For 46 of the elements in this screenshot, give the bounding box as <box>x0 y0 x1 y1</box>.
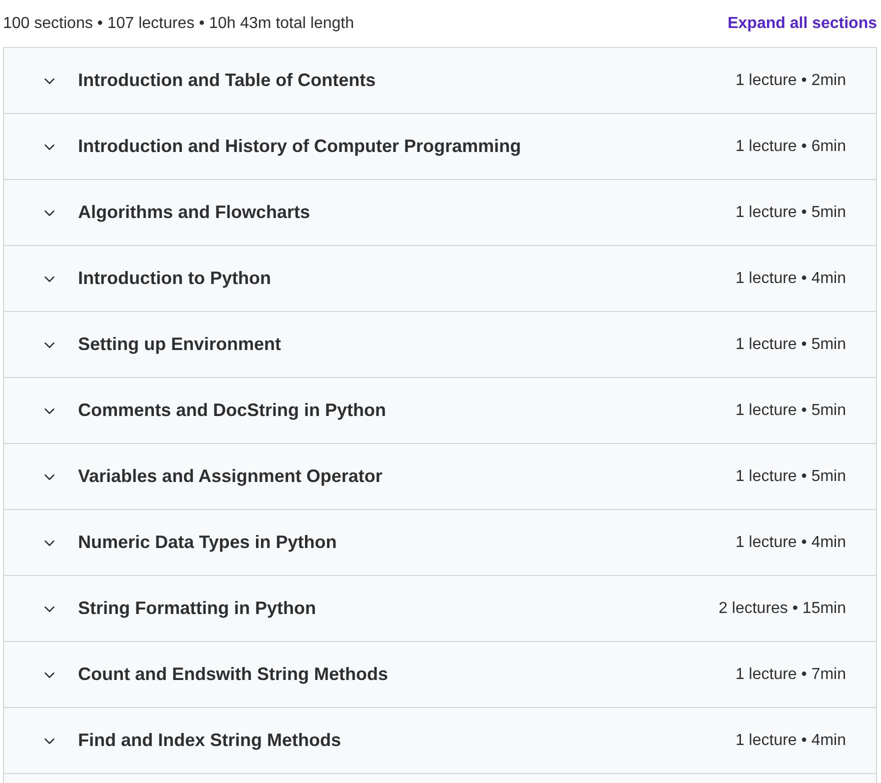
section-title: Comments and DocString in Python <box>78 400 388 421</box>
section-title: Numeric Data Types in Python <box>78 532 338 553</box>
chevron-down-icon <box>44 144 55 150</box>
section-header[interactable]: Variables and Assignment Operator 1 lecture • 5min <box>4 444 876 510</box>
section-header[interactable]: Count and Endswith String Methods 1 lecture • 7min <box>4 642 876 708</box>
section-title: Introduction and History of Computer Programming <box>78 136 522 157</box>
section-header[interactable]: Comments and DocString in Python 1 lecture • 5min <box>4 378 876 444</box>
section-title: Introduction and Table of Contents <box>78 70 377 91</box>
expand-all-link[interactable]: Expand all sections <box>728 14 877 32</box>
section-duration: 1 lecture • 5min <box>735 402 846 420</box>
section-header[interactable]: Numeric Data Types in Python 1 lecture • 4min <box>4 510 876 576</box>
section-duration: 1 lecture • 2min <box>735 72 846 90</box>
section-header[interactable]: Setting up Environment 1 lecture • 5min <box>4 312 876 378</box>
section-duration: 1 lecture • 4min <box>735 270 846 288</box>
section-duration: 1 lecture • 7min <box>735 666 846 684</box>
section-duration: 1 lecture • 4min <box>735 732 846 750</box>
section-duration: 1 lecture • 5min <box>735 468 846 486</box>
chevron-down-icon <box>44 276 55 282</box>
chevron-down-icon <box>44 606 55 612</box>
section-header[interactable]: Introduction to Python 1 lecture • 4min <box>4 246 876 312</box>
section-title: Find and Index String Methods <box>78 730 342 751</box>
section-title: Algorithms and Flowcharts <box>78 202 312 223</box>
chevron-down-icon <box>44 408 55 414</box>
section-header[interactable]: Introduction and History of Computer Programming 1 lecture • 6min <box>4 114 876 180</box>
section-duration: 1 lecture • 4min <box>735 534 846 552</box>
chevron-down-icon <box>44 738 55 744</box>
section-header[interactable]: Algorithms and Flowcharts 1 lecture • 5min <box>4 180 876 246</box>
section-title: Variables and Assignment Operator <box>78 466 384 487</box>
section-duration: 1 lecture • 5min <box>735 204 846 222</box>
chevron-down-icon <box>44 210 55 216</box>
chevron-down-icon <box>44 672 55 678</box>
section-duration: 1 lecture • 6min <box>735 138 846 156</box>
chevron-down-icon <box>44 540 55 546</box>
section-title: Introduction to Python <box>78 268 272 289</box>
chevron-down-icon <box>44 342 55 348</box>
section-header[interactable]: String Formatting in Python 2 lectures • 15min <box>4 576 876 642</box>
chevron-down-icon <box>44 474 55 480</box>
course-summary: 100 sections • 107 lectures • 10h 43m total length <box>3 14 354 32</box>
section-header[interactable]: Find and Index String Methods 1 lecture • 4min <box>4 708 876 774</box>
section-header[interactable]: Introduction and Table of Contents 1 lecture • 2min <box>4 48 876 114</box>
section-title: Setting up Environment <box>78 334 282 355</box>
section-title: Count and Endswith String Methods <box>78 664 389 685</box>
section-duration: 1 lecture • 5min <box>735 336 846 354</box>
chevron-down-icon <box>44 78 55 84</box>
section-title: String Formatting in Python <box>78 598 317 619</box>
section-duration: 2 lectures • 15min <box>718 600 846 618</box>
